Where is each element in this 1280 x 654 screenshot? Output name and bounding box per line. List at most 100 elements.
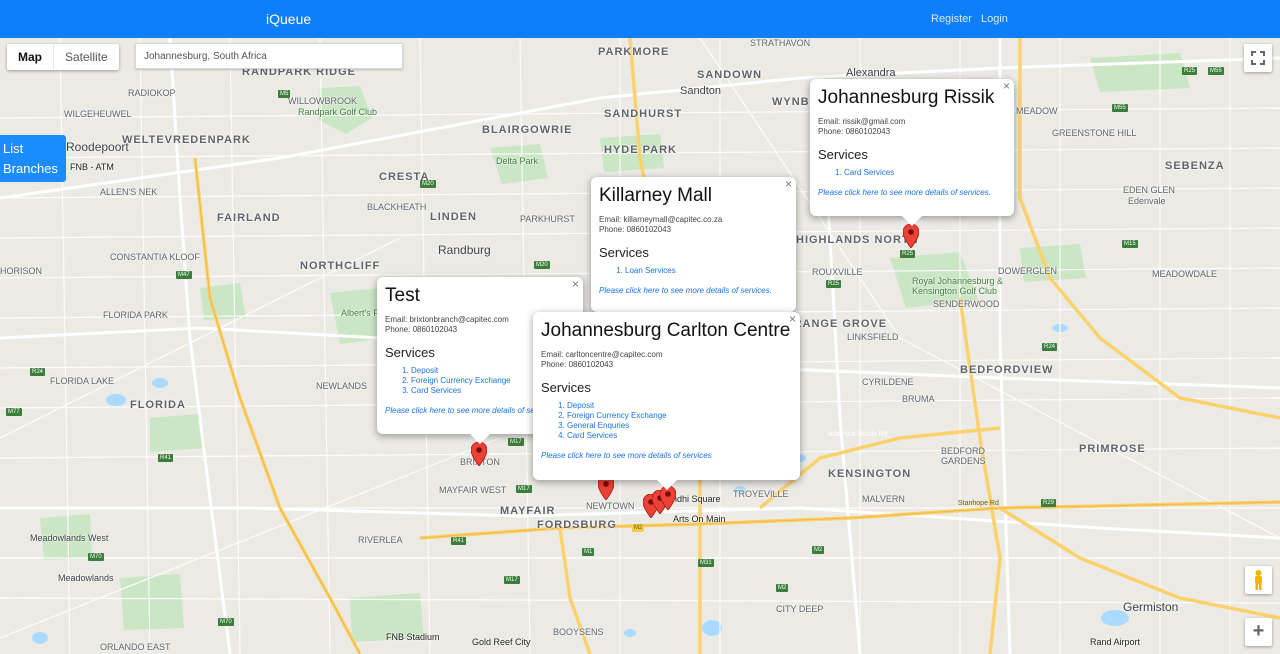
map-type-satellite-tab[interactable]: Satellite [54,44,119,70]
route-shield: M2 [812,546,825,554]
login-link[interactable]: Login [981,13,1008,25]
route-shield: M55 [1208,67,1224,75]
map-label-meadow: MEADOW [1016,106,1058,116]
route-shield: M20 [534,261,550,269]
branch-name: Killarney Mall [599,185,712,206]
close-icon[interactable]: × [1003,80,1010,92]
route-shield: R25 [900,250,916,258]
map-label-city-deep: CITY DEEP [776,604,824,614]
map-label-blackheath: BLACKHEATH [367,202,427,212]
service-link[interactable]: Card Services [567,431,792,441]
route-shield: R24 [30,368,46,376]
branch-marker[interactable] [470,441,488,467]
map-label-linden: LINDEN [430,211,477,223]
service-link[interactable]: Card Services [844,168,1006,178]
branch-marker[interactable] [902,223,920,249]
map-label-blairgowrie: BLAIRGOWRIE [482,124,573,136]
map-label-greenstone: GREENSTONE HILL [1052,128,1137,138]
map-label-stanhope: Stanhope Rd [958,500,999,507]
map-label-hyde-park: HYDE PARK [604,144,677,156]
branch-name: Test [385,285,420,306]
map-label-northcliff: NORTHCLIFF [300,260,381,272]
map-label-royal-golf: Royal Johannesburg & Kensington Golf Clu… [912,276,1004,296]
map-label-mayfair: MAYFAIR [500,505,556,517]
route-shield: R24 [1042,343,1058,351]
map-label-fnb-atm: FNB - ATM [70,162,114,172]
street-view-pegman-button[interactable] [1245,566,1272,594]
services-heading: Services [541,380,591,395]
map-label-edenvale: Edenvale [1128,196,1166,206]
map-label-dowerglen: DOWERGLEN [998,266,1058,276]
route-shield: R29 [1041,499,1057,507]
service-link[interactable]: Deposit [567,401,792,411]
map-label-rouxville: ROUXVILLE [812,267,863,277]
map-label-meadowlands-west: Meadowlands West [30,533,109,543]
route-shield: M17 [516,485,532,493]
fullscreen-icon [1251,51,1265,65]
branch-name: Johannesburg Rissik [818,87,995,108]
map-label-meadowdale: MEADOWDALE [1152,269,1218,279]
service-link[interactable]: Loan Services [625,266,788,276]
branch-email: Email: rissik@gmail.com [818,117,906,126]
zoom-in-button[interactable]: + [1245,618,1272,646]
close-icon[interactable]: × [785,178,792,190]
route-shield: M2 [632,524,645,532]
route-shield: R25 [1182,67,1198,75]
map-label-primrose: PRIMROSE [1079,443,1146,455]
map-label-malvern: MALVERN [862,494,905,504]
branch-phone: Phone: 0860102043 [599,225,672,234]
map-label-cyrildene: CYRILDENE [862,377,914,387]
route-shield: M70 [218,618,234,626]
info-window-rissik: × Johannesburg Rissik Email: rissik@gmai… [810,79,1014,226]
map-label-linksfield: LINKSFIELD [847,332,899,342]
map-label-wilgeheuwel: WILGEHEUWEL [64,109,132,119]
register-link[interactable]: Register [931,13,972,25]
map-type-map-tab[interactable]: Map [7,44,54,70]
service-link[interactable]: General Enquries [567,421,792,431]
route-shield: R41 [451,537,467,545]
pegman-icon [1255,570,1262,590]
map-label-bedford-gardens: BEDFORD GARDENS [941,446,986,466]
map-label-sandton: Sandton [680,85,721,97]
map-label-strathavon: STRATHAVON [750,38,811,48]
brand-logo[interactable]: iQueue [266,11,311,27]
info-window-tail [470,434,490,444]
close-icon[interactable]: × [789,313,796,325]
map-label-willowbrook: WILLOWBROOK [288,96,358,106]
route-shield: M1 [582,548,595,556]
close-icon[interactable]: × [572,278,579,290]
route-shield: M31 [698,559,714,567]
service-link[interactable]: Foreign Currency Exchange [567,411,792,421]
map-label-weltevredenpark: WELTEVREDENPARK [122,134,251,146]
more-details-link[interactable]: Please click here to see more details of… [599,286,788,295]
map-label-randpark-golf: Randpark Golf Club [298,107,378,117]
map-label-meadowlands: Meadowlands [58,573,114,583]
map-label-fordsburg: FORDSBURG [537,519,617,531]
map-type-control: Map Satellite [7,44,119,70]
route-shield: M77 [6,408,22,416]
map-label-alexandra: Alexandra [846,67,896,79]
map-label-kensington: KENSINGTON [828,468,912,480]
services-list: Deposit Foreign Currency Exchange Genera… [541,401,792,441]
map-label-horison: HORISON [0,266,43,276]
route-shield: M47 [176,271,192,279]
map-label-highlands-north: HIGHLANDS NORTH [796,234,919,246]
map-label-roodepoort: Roodepoort [66,140,129,154]
fullscreen-button[interactable] [1244,44,1272,72]
map-label-allens-nek: ALLEN'S NEK [100,187,158,197]
google-map[interactable]: PARKMORE STRATHAVON Alexandra RANDPARK R… [0,38,1280,654]
location-search-input[interactable] [135,43,403,69]
route-shield: M55 [1112,104,1128,112]
map-label-booysens: BOOYSENS [553,627,604,637]
list-branches-button[interactable]: List Branches [0,135,66,182]
route-shield: M70 [88,553,104,561]
map-label-bruma: BRUMA [902,394,935,404]
branch-phone: Phone: 0860102043 [818,127,891,136]
map-label-fnb-stadium: FNB Stadium [386,632,440,642]
services-heading: Services [599,245,649,260]
services-list: Loan Services [599,266,788,276]
more-details-link[interactable]: Please click here to see more details of… [818,188,1006,197]
map-label-parkhurst: PARKHURST [520,214,575,224]
route-shield: M2 [776,584,789,592]
more-details-link[interactable]: Please click here to see more details of… [541,451,792,460]
